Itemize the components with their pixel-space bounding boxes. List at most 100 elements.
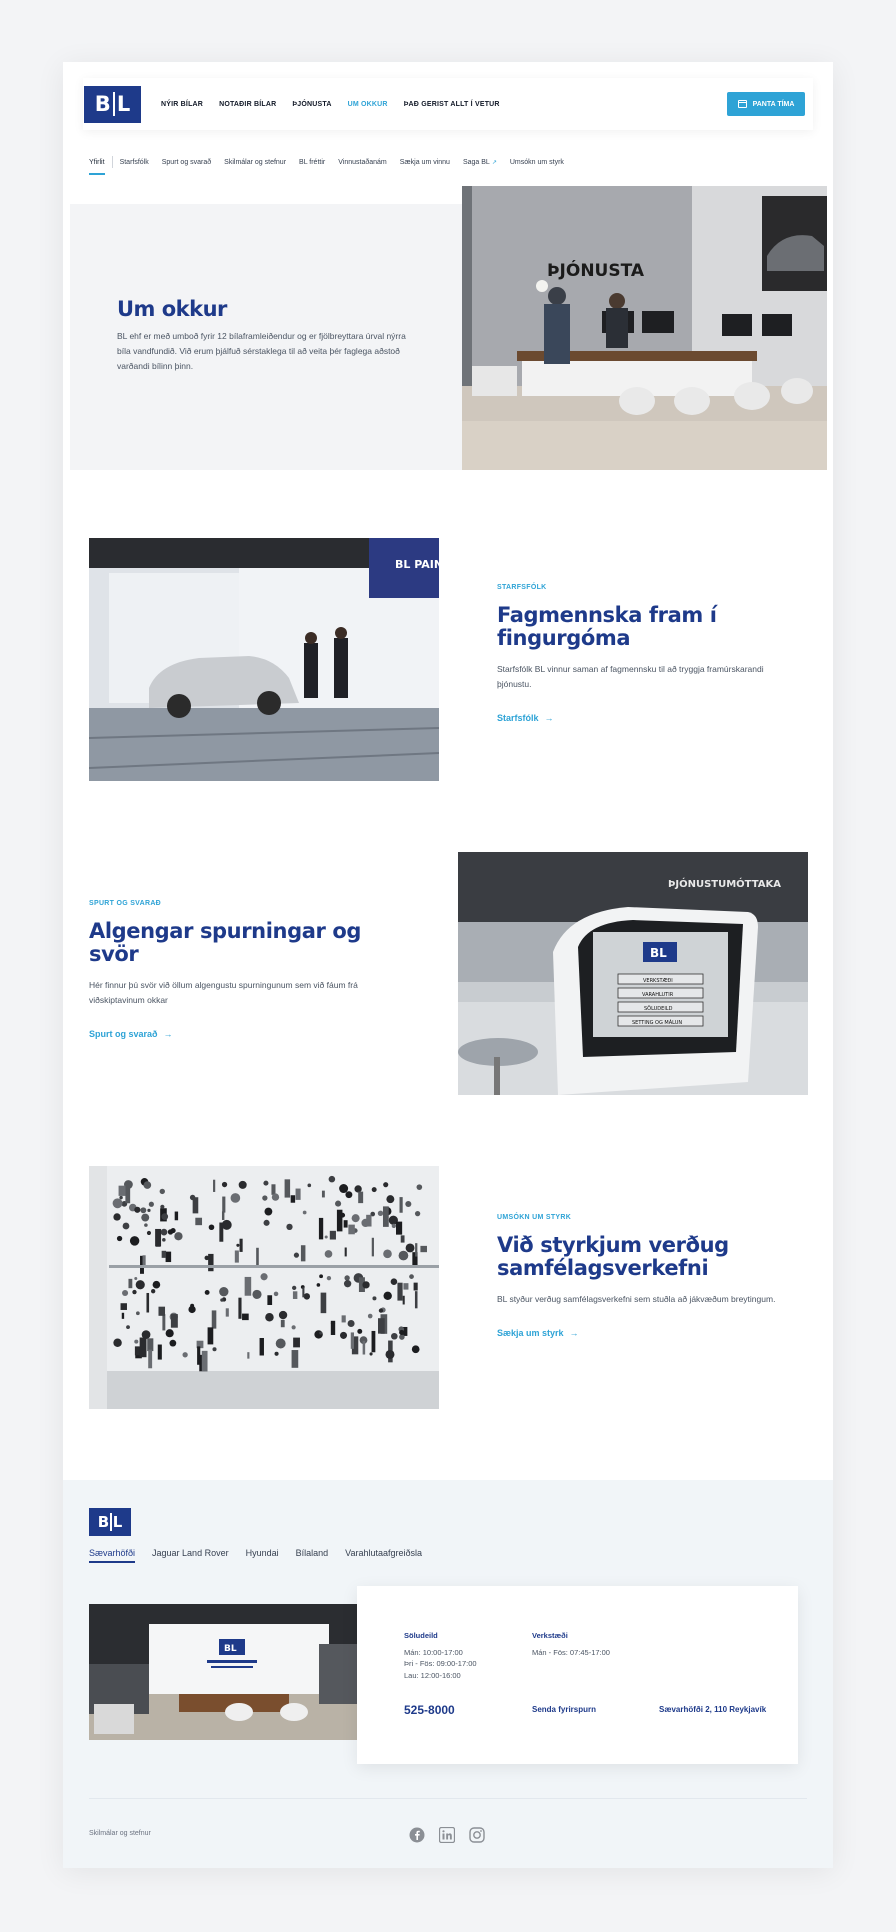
kiosk-button-label: VERKSTÆÐI	[643, 978, 673, 984]
tool-shape	[319, 1274, 324, 1279]
tool-shape	[158, 1306, 166, 1316]
tool-shape	[271, 1184, 276, 1195]
tool-shape	[372, 1296, 377, 1301]
tool-shape	[345, 1191, 353, 1199]
tool-shape	[344, 1275, 350, 1281]
tool-shape	[134, 1339, 139, 1344]
location-logo: BL	[224, 1644, 237, 1654]
tool-shape	[344, 1247, 347, 1257]
tool-shape	[146, 1292, 150, 1313]
tab-saevarhofdi[interactable]: Sævarhöfði	[89, 1548, 136, 1563]
tool-shape	[414, 1291, 418, 1309]
subnav-apply-job[interactable]: Sækja um vinnu	[400, 159, 450, 166]
sub-nav: Yfirlit Starfsfólk Spurt og svarað Skilm…	[89, 156, 564, 175]
tab-parts[interactable]: Varahlutaafgreiðsla	[345, 1548, 422, 1558]
subnav-faq[interactable]: Spurt og svarað	[162, 159, 211, 166]
facebook-icon[interactable]	[409, 1827, 425, 1843]
section-faq: SPURT OG SVARAÐ Algengar spurningar og s…	[89, 900, 379, 1042]
external-link-icon: ↗	[491, 159, 497, 166]
subnav-staff[interactable]: Starfsfólk	[120, 159, 149, 166]
section-kicker: STARFSFÓLK	[497, 584, 547, 591]
section-title: Við styrkjum verðug samfélagsverkefni	[497, 1233, 729, 1280]
tool-shape	[321, 1190, 325, 1198]
tool-shape	[161, 1213, 169, 1220]
tool-shape	[386, 1195, 395, 1204]
tool-shape	[361, 1218, 370, 1228]
section-text: BL styður verðug samfélagsverkefni sem s…	[497, 1294, 776, 1304]
tool-shape	[402, 1295, 405, 1305]
tool-shape	[113, 1338, 122, 1347]
tool-shape	[264, 1207, 273, 1216]
tab-jaguar-land-rover[interactable]: Jaguar Land Rover	[152, 1548, 229, 1558]
tool-shape	[221, 1181, 228, 1188]
tool-shape	[238, 1180, 247, 1189]
tool-shape	[303, 1293, 311, 1300]
hero-image-sign: ÞJÓNUSTA	[547, 259, 645, 281]
tool-shape	[211, 1310, 217, 1329]
tool-shape	[378, 1318, 385, 1334]
tool-shape	[293, 1337, 300, 1348]
tool-shape	[339, 1184, 349, 1194]
contact-card: Söludeild Mán: 10:00-17:00 Þri - Fös: 09…	[357, 1586, 798, 1764]
staff-link[interactable]: Starfsfólk →	[497, 713, 554, 723]
subnav-overview[interactable]: Yfirlit	[89, 159, 105, 175]
tool-shape	[132, 1289, 137, 1295]
tool-shape	[221, 1211, 225, 1220]
subnav-history[interactable]: Saga BL ↗	[463, 159, 497, 166]
subnav-news[interactable]: BL fréttir	[299, 159, 325, 166]
tool-shape	[348, 1224, 355, 1235]
section-grant-image	[89, 1166, 439, 1409]
footer-divider	[89, 1798, 807, 1799]
nav-winter[interactable]: ÞAÐ GERIST ALLT Í VETUR	[404, 101, 500, 108]
tool-shape	[351, 1214, 360, 1223]
terms-link[interactable]: Skilmálar og stefnur	[89, 1830, 151, 1837]
tool-shape	[147, 1208, 151, 1213]
tool-shape	[350, 1332, 355, 1349]
tool-shape	[263, 1180, 269, 1186]
tool-shape	[152, 1280, 161, 1289]
tool-shape	[302, 1287, 305, 1298]
tool-shape	[170, 1314, 178, 1328]
tool-shape	[219, 1287, 229, 1297]
tool-shape	[290, 1195, 296, 1203]
address[interactable]: Sævarhöfði 2, 110 Reykjavík	[659, 1705, 766, 1714]
tool-shape	[135, 1311, 140, 1316]
tool-shape	[362, 1281, 370, 1289]
tool-shape	[413, 1282, 418, 1291]
tool-shape	[125, 1182, 131, 1204]
tool-shape	[371, 1237, 374, 1257]
tool-shape	[371, 1187, 377, 1193]
nav-about[interactable]: UM OKKUR	[348, 101, 388, 108]
tab-bilaland[interactable]: Bílaland	[296, 1548, 329, 1558]
tool-shape	[236, 1243, 240, 1247]
subnav-internship[interactable]: Vinnustaðanám	[338, 159, 387, 166]
subnav-grant[interactable]: Umsókn um styrk	[510, 159, 564, 166]
tool-shape	[343, 1279, 352, 1288]
tool-shape	[256, 1247, 259, 1267]
faq-link[interactable]: Spurt og svarað →	[89, 1029, 173, 1039]
tab-hyundai[interactable]: Hyundai	[246, 1548, 279, 1558]
phone-number[interactable]: 525-8000	[404, 1703, 455, 1717]
instagram-icon[interactable]	[469, 1827, 485, 1843]
tool-shape	[230, 1193, 241, 1203]
book-appointment-button[interactable]: PANTA TÍMA	[727, 92, 805, 116]
send-request-link[interactable]: Senda fyrirspurn	[532, 1705, 596, 1714]
tool-shape	[382, 1206, 389, 1227]
linkedin-icon[interactable]	[439, 1827, 455, 1843]
footer-logo[interactable]: BL	[89, 1508, 131, 1536]
tool-shape	[263, 1219, 270, 1226]
section-text: Starfsfólk BL vinnur saman af fagmennsku…	[497, 664, 764, 689]
tool-shape	[383, 1182, 389, 1188]
nav-new-cars[interactable]: NÝIR BÍLAR	[161, 101, 203, 108]
tool-shape	[239, 1238, 243, 1252]
nav-service[interactable]: ÞJÓNUSTA	[292, 101, 331, 108]
section-grant: UMSÓKN UM STYRK Við styrkjum verðug samf…	[497, 1214, 787, 1341]
nav-used-cars[interactable]: NOTAÐIR BÍLAR	[219, 101, 276, 108]
subnav-terms[interactable]: Skilmálar og stefnur	[224, 159, 286, 166]
tool-shape	[396, 1221, 403, 1235]
tool-shape	[341, 1315, 346, 1323]
tool-shape	[383, 1249, 392, 1259]
tool-shape	[161, 1250, 167, 1258]
grant-link[interactable]: Sækja um styrk →	[497, 1328, 579, 1338]
logo[interactable]: BL	[84, 85, 141, 123]
